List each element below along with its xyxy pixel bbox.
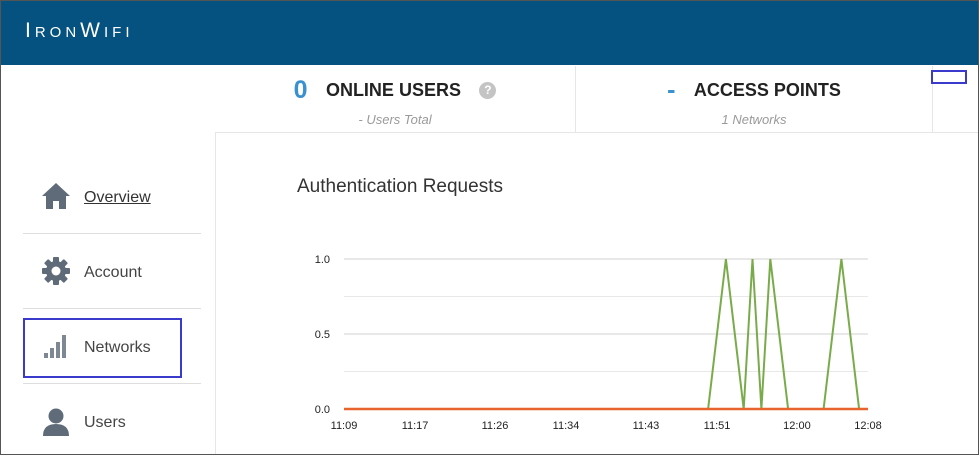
access-points-count: - [667,76,676,104]
networks-count-text: 1 Networks [721,112,787,127]
x-tick-label: 11:43 [633,420,660,432]
users-total-text: - Users Total [358,112,432,127]
stats-bar: 0 ONLINE USERS ? - Users Total - ACCESS … [215,66,978,133]
auth-requests-chart: 0.0 0.5 1.0 11:09 11:17 11:26 11:34 11:43 11:51 1… [315,254,882,432]
sidebar-item-label[interactable]: Account [84,264,142,282]
access-points-stat: - ACCESS POINTS 1 Networks [576,66,933,132]
home-icon [41,181,71,211]
sidebar-item-users[interactable]: Users [23,384,201,454]
y-tick-label: 1.0 [315,254,330,266]
user-icon [41,406,71,436]
sidebar-item-label[interactable]: Users [84,414,126,432]
online-users-stat: 0 ONLINE USERS ? - Users Total [215,66,576,132]
sidebar-item-account[interactable]: Account [23,234,201,309]
highlight-box [931,70,967,84]
x-tick-label: 12:00 [783,420,811,432]
online-users-count: 0 [293,76,308,104]
header-bar: IronWifi [1,1,978,65]
gear-icon [41,256,71,286]
chart-title: Authentication Requests [297,176,503,197]
app-window: IronWifi 0 ONLINE USERS ? - Users Total … [0,0,979,455]
help-icon[interactable]: ? [479,82,497,99]
x-tick-label: 11:17 [402,420,429,432]
networks-highlight-box [23,318,182,378]
x-tick-label: 11:34 [553,420,580,432]
x-tick-label: 11:26 [482,420,509,432]
sidebar-item-label[interactable]: Overview [84,189,151,207]
y-tick-label: 0.0 [315,404,330,416]
sidebar-item-overview[interactable]: Overview [23,159,201,234]
ironwifi-logo[interactable]: IronWifi [25,19,134,43]
y-tick-label: 0.5 [315,329,330,341]
x-tick-label: 11:51 [704,420,731,432]
x-tick-label: 12:08 [854,420,882,432]
online-users-label: ONLINE USERS [325,80,461,100]
access-points-label: ACCESS POINTS [693,80,841,100]
x-tick-label: 11:09 [331,420,358,432]
